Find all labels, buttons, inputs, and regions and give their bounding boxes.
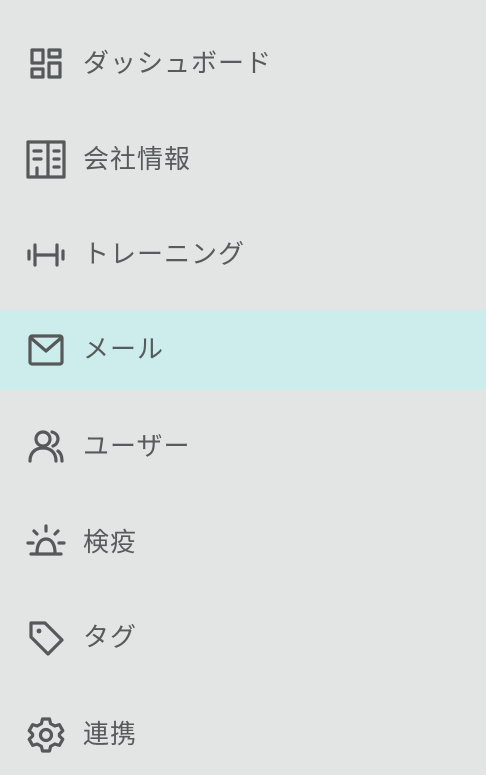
envelope-icon xyxy=(26,330,66,370)
sidebar-item-dashboard[interactable]: ダッシュボード xyxy=(0,24,486,104)
sidebar-item-integrations[interactable]: 連携 xyxy=(0,695,486,775)
sidebar-item-label: ユーザー xyxy=(83,432,191,462)
building-icon xyxy=(26,140,66,180)
dumbbell-icon xyxy=(26,235,66,275)
siren-icon xyxy=(26,523,66,563)
sidebar-item-users[interactable]: ユーザー xyxy=(0,407,486,487)
sidebar-item-label: メール xyxy=(83,335,165,365)
sidebar-item-label: 連携 xyxy=(83,720,138,750)
sidebar-item-label: 会社情報 xyxy=(83,145,192,175)
dashboard-grid-icon xyxy=(26,44,66,84)
sidebar-nav: ダッシュボード 会社情報 トレーニング メール ユーザー 検疫 タグ 連携 xyxy=(0,0,486,768)
sidebar-item-label: 検疫 xyxy=(83,528,138,558)
sidebar-item-label: トレーニング xyxy=(83,240,246,270)
sidebar-item-company-info[interactable]: 会社情報 xyxy=(0,120,486,200)
gear-icon xyxy=(26,715,66,755)
users-icon xyxy=(26,427,66,467)
sidebar-item-quarantine[interactable]: 検疫 xyxy=(0,503,486,583)
sidebar-item-tags[interactable]: タグ xyxy=(0,598,486,678)
sidebar-item-label: ダッシュボード xyxy=(83,49,273,79)
sidebar-item-label: タグ xyxy=(83,623,138,653)
tag-icon xyxy=(26,618,66,658)
sidebar-item-training[interactable]: トレーニング xyxy=(0,215,486,295)
sidebar-item-mail[interactable]: メール xyxy=(0,310,486,390)
